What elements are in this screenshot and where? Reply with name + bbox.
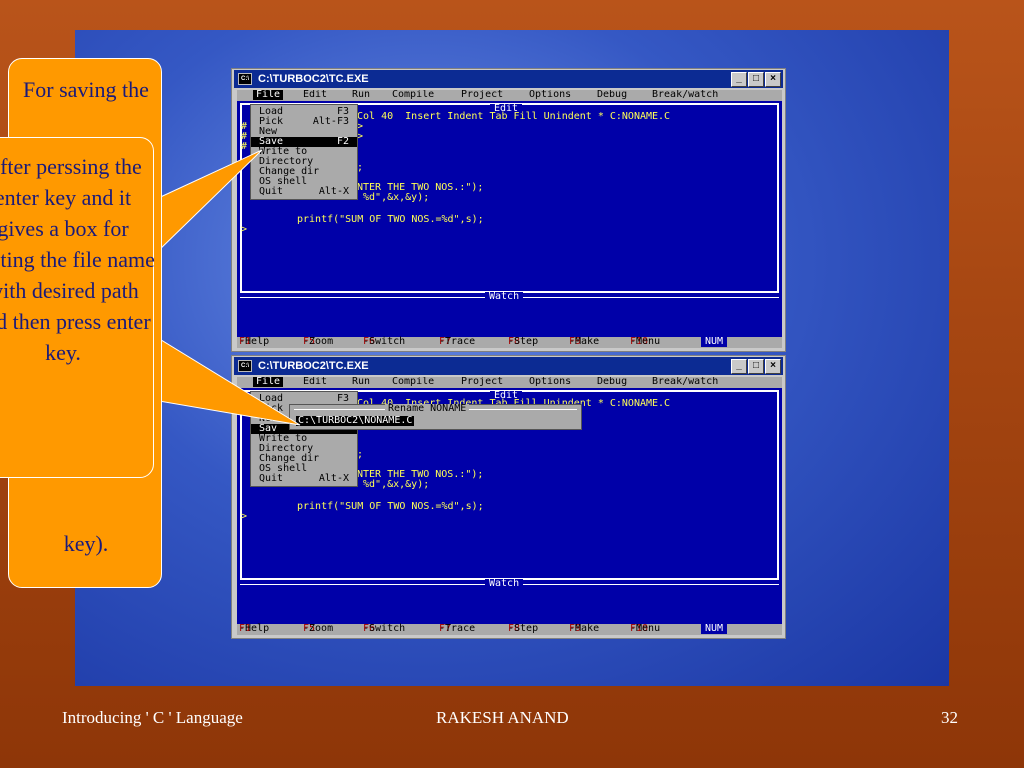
gutter-mark: #	[241, 141, 248, 152]
console-icon: C:\	[238, 360, 252, 372]
menu-bar: File Edit Run Compile Project Options De…	[237, 377, 782, 388]
function-key-bar: F1 -Help F5 -Zoom F6 -Switch F7 -Trace F8 -St…	[237, 624, 782, 635]
menu-project[interactable]: Project	[461, 90, 503, 100]
file-menu-dropdown: Load F3 Pick Alt-F3 New Save F2 Write to Di…	[250, 104, 358, 200]
file-menu-quit[interactable]: Quit Alt-X	[251, 187, 357, 197]
watch-window-title: Watch	[485, 292, 524, 302]
maximize-button[interactable]: □	[748, 72, 764, 87]
rename-dialog-title: Rename NONAME	[385, 404, 470, 414]
window-title-bar: C:\ C:\TURBOC2\TC.EXE _ □ ×	[234, 357, 783, 375]
callout-after-enter-text: After perssing the enter key and it give…	[0, 154, 155, 365]
window-title-bar: C:\ C:\TURBOC2\TC.EXE _ □ ×	[234, 70, 783, 88]
menu-edit[interactable]: Edit	[303, 377, 327, 387]
editor-status-line: Col 40 Insert Indent Tab Fill Unindent *…	[357, 111, 671, 122]
menu-file[interactable]: File	[253, 90, 284, 100]
console-icon: C:\	[238, 73, 252, 85]
callout-after-enter: After perssing the enter key and it give…	[0, 137, 155, 478]
menu-break-watch[interactable]: Break/watch	[652, 90, 718, 100]
num-lock-indicator: NUM	[701, 337, 728, 347]
rename-dialog: Rename NONAME C:\TURBOC2\NONAME.C	[289, 404, 582, 430]
tc-screen: File Edit Run Compile Project Options De…	[237, 90, 782, 348]
code-line: %d",&x,&y);	[357, 192, 430, 203]
menu-options[interactable]: Options	[529, 90, 571, 100]
file-menu-quit[interactable]: Quit Alt-X	[251, 474, 357, 484]
watch-window[interactable]: Watch	[240, 292, 779, 336]
close-button[interactable]: ×	[765, 359, 781, 374]
menu-break-watch[interactable]: Break/watch	[652, 377, 718, 387]
window-title: C:\TURBOC2\TC.EXE	[258, 360, 369, 372]
turbo-c-window-2: C:\ C:\TURBOC2\TC.EXE _ □ × File Edit Ru…	[231, 355, 786, 639]
turbo-c-window-1: C:\ C:\TURBOC2\TC.EXE _ □ × File Edit Ru…	[231, 68, 786, 352]
minimize-button[interactable]: _	[731, 359, 747, 374]
menu-compile[interactable]: Compile	[392, 90, 434, 100]
maximize-button[interactable]: □	[748, 359, 764, 374]
menu-edit[interactable]: Edit	[303, 90, 327, 100]
menu-bar: File Edit Run Compile Project Options De…	[237, 90, 782, 101]
menu-debug[interactable]: Debug	[597, 90, 627, 100]
page-number: 32	[941, 708, 958, 727]
menu-debug[interactable]: Debug	[597, 377, 627, 387]
menu-run[interactable]: Run	[352, 90, 370, 100]
callout-saving-text: For saving the	[23, 77, 149, 102]
footer-title: Introducing ' C ' Language	[62, 708, 243, 727]
code-line: >	[241, 511, 248, 522]
menu-options[interactable]: Options	[529, 377, 571, 387]
menu-run[interactable]: Run	[352, 377, 370, 387]
callout-saving-text-end: key).	[63, 531, 109, 556]
rename-filename-input[interactable]: C:\TURBOC2\NONAME.C	[296, 416, 415, 426]
code-line: %d",&x,&y);	[357, 479, 430, 490]
watch-window[interactable]: Watch	[240, 579, 779, 623]
num-lock-indicator: NUM	[701, 624, 728, 634]
code-line: >	[241, 224, 248, 235]
minimize-button[interactable]: _	[731, 72, 747, 87]
function-key-bar: F1 -Help F5 -Zoom F6 -Switch F7 -Trace F8 -St…	[237, 337, 782, 348]
menu-file[interactable]: File	[253, 377, 284, 387]
menu-project[interactable]: Project	[461, 377, 503, 387]
window-title: C:\TURBOC2\TC.EXE	[258, 73, 369, 85]
menu-compile[interactable]: Compile	[392, 377, 434, 387]
watch-window-title: Watch	[485, 579, 524, 589]
close-button[interactable]: ×	[765, 72, 781, 87]
code-line: printf("SUM OF TWO NOS.=%d",s);	[297, 501, 484, 512]
code-line: printf("SUM OF TWO NOS.=%d",s);	[297, 214, 484, 225]
tc-screen: File Edit Run Compile Project Options De…	[237, 377, 782, 635]
footer-author: RAKESH ANAND	[436, 708, 569, 727]
